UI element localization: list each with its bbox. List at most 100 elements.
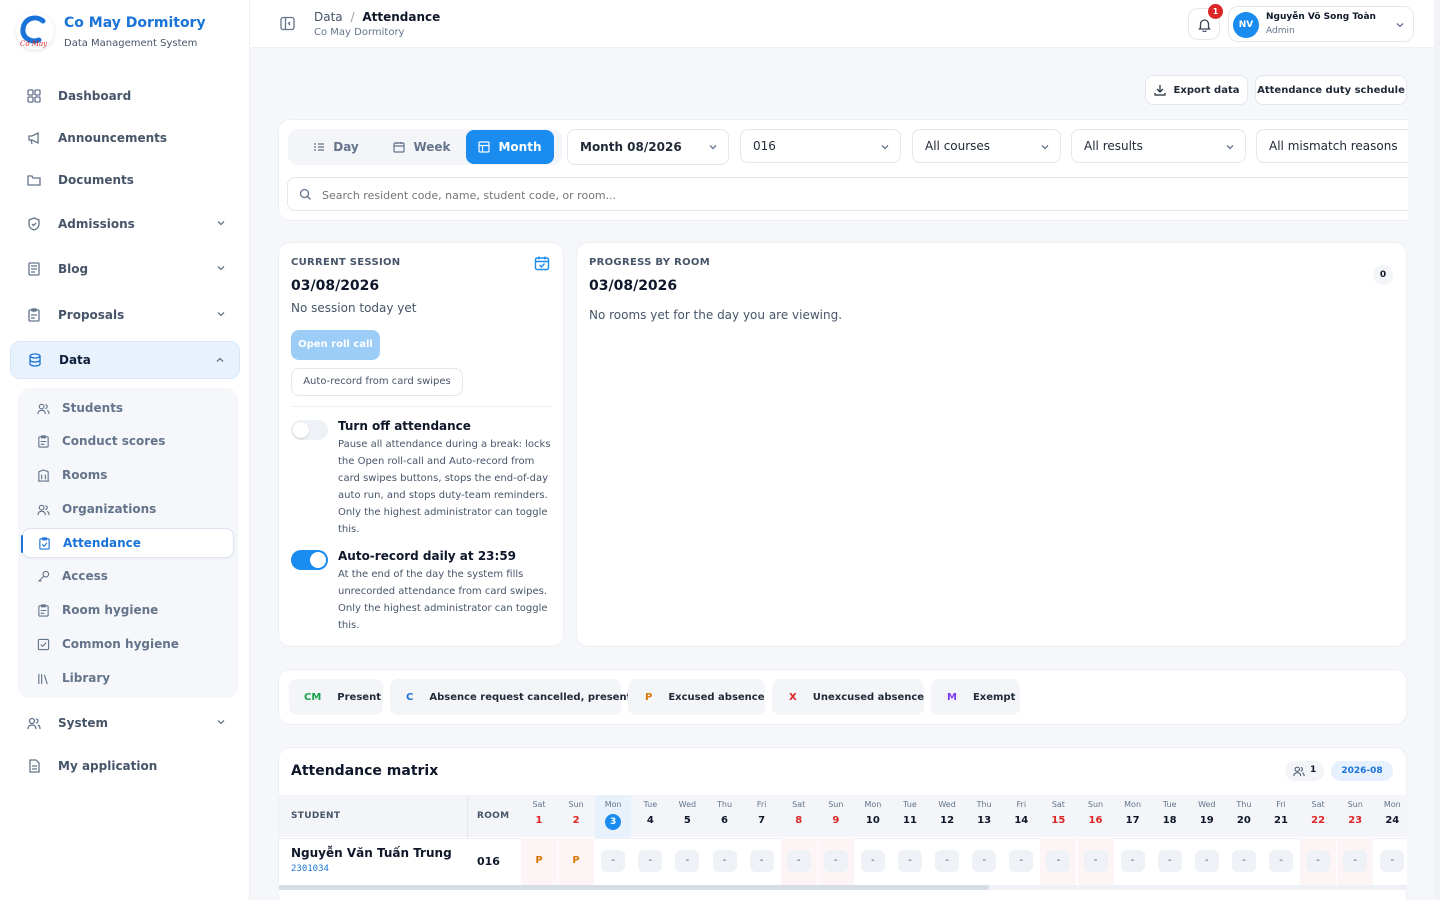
attendance-cell[interactable]: - (1194, 850, 1219, 872)
col-room: ROOM (477, 811, 510, 821)
attendance-cell[interactable]: - (1231, 850, 1256, 872)
sidebar-item-documents[interactable]: Documents (10, 161, 240, 199)
member-count-badge: 1 (1285, 761, 1324, 781)
day-weekday: Mon (1383, 800, 1401, 809)
sidebar-item-system[interactable]: System (10, 704, 240, 742)
attendance-cell[interactable]: - (972, 850, 997, 872)
search-field[interactable] (287, 177, 1408, 211)
attendance-cell[interactable]: - (1157, 850, 1182, 872)
attendance-cell[interactable]: - (823, 850, 848, 872)
sidebar-subitem-room-hygiene[interactable]: Room hygiene (22, 595, 234, 625)
day-number: 5 (683, 815, 691, 826)
tab-month[interactable]: Month (466, 130, 554, 164)
sidebar-subitem-conduct-scores[interactable]: Conduct scores (22, 426, 234, 456)
attendance-cell[interactable]: - (935, 850, 960, 872)
day-weekday: Tue (903, 800, 917, 809)
results-select[interactable]: All results (1071, 129, 1246, 163)
toggle2-desc-line: this. (338, 620, 360, 631)
day-number: 12 (940, 815, 955, 826)
sidebar-item-data[interactable]: Data (10, 341, 240, 379)
export-data-button[interactable]: Export data (1145, 75, 1248, 105)
mismatch-reasons-select[interactable]: All mismatch reasons (1256, 129, 1408, 163)
tab-week-label: Week (413, 140, 451, 154)
sidebar-subitem-access[interactable]: Access (22, 561, 234, 591)
page-scrollbar[interactable] (1434, 0, 1440, 900)
sidebar-item-announcements[interactable]: Announcements (10, 119, 240, 157)
attendance-cell[interactable]: - (1343, 850, 1368, 872)
sidebar-item-my-application[interactable]: My application (10, 747, 240, 785)
sidebar-subitem-rooms[interactable]: Rooms (22, 460, 234, 490)
attendance-cell[interactable]: - (601, 850, 626, 872)
sidebar-item-label: Blog (58, 262, 89, 276)
toggle1-title: Turn off attendance (338, 419, 471, 433)
period-badge: 2026-08 (1331, 761, 1393, 781)
attendance-cell[interactable]: P (564, 850, 588, 872)
attendance-cell[interactable]: - (749, 850, 774, 872)
attendance-duty-button[interactable]: Attendance duty schedule (1255, 75, 1407, 105)
room-select[interactable]: 016 (740, 129, 901, 163)
auto-record-daily-toggle[interactable] (291, 550, 328, 570)
sidebar-subitem-common-hygiene[interactable]: Common hygiene (22, 629, 234, 659)
day-weekday: Thu (1236, 800, 1252, 809)
attendance-cell[interactable]: - (712, 850, 737, 872)
day-weekday: Sat (792, 800, 806, 809)
search-input[interactable] (322, 185, 1222, 205)
attendance-cell[interactable]: - (1046, 850, 1071, 872)
day-number: 7 (758, 815, 766, 826)
sidebar-item-proposals[interactable]: Proposals (10, 296, 240, 334)
scrollbar-thumb[interactable] (279, 885, 989, 890)
tab-day[interactable]: Day (300, 130, 372, 164)
day-weekday: Sat (1311, 800, 1325, 809)
sidebar-toggle-icon[interactable] (280, 16, 295, 31)
matrix-scrollbar[interactable] (279, 885, 1407, 890)
sidebar-item-blog[interactable]: Blog (10, 250, 240, 288)
attendance-cell[interactable]: - (1306, 850, 1331, 872)
sidebar-subitem-students[interactable]: Students (22, 393, 234, 423)
day-number: 13 (977, 815, 992, 826)
day-weekday: Sat (1051, 800, 1065, 809)
sidebar-subitem-organizations[interactable]: Organizations (22, 494, 234, 524)
matrix-title: Attendance matrix (291, 763, 439, 779)
toggle-knob (293, 422, 309, 438)
chevron-down-icon (1040, 142, 1050, 152)
legend-code: P (645, 691, 653, 703)
file-icon (26, 758, 42, 774)
sidebar-subitem-attendance[interactable]: Attendance (21, 528, 234, 558)
export-data-label: Export data (1173, 84, 1240, 96)
breadcrumb-root[interactable]: Data (314, 10, 343, 24)
toggle2-desc-line: unrecorded attendance from card swipes. (338, 586, 547, 597)
sidebar-item-dashboard[interactable]: Dashboard (10, 77, 240, 115)
toggle2-desc-line: Only the highest administrator can toggl… (338, 603, 548, 614)
month-select[interactable]: Month 08/2026 (567, 129, 729, 165)
sidebar-item-admissions[interactable]: Admissions (10, 205, 240, 243)
day-number: 10 (865, 815, 880, 826)
progress-label: PROGRESS BY ROOM (589, 257, 710, 268)
open-roll-call-button[interactable]: Open roll call (291, 330, 380, 360)
attendance-cell[interactable]: - (675, 850, 700, 872)
sidebar-subitem-library[interactable]: Library (22, 663, 234, 693)
user-menu[interactable]: NV Nguyễn Võ Song Toàn Admin (1228, 6, 1414, 42)
attendance-cell[interactable]: - (898, 850, 922, 872)
attendance-cell[interactable]: - (638, 850, 663, 872)
attendance-cell[interactable]: - (1009, 850, 1034, 872)
tab-week[interactable]: Week (384, 130, 460, 164)
breadcrumb: Data / Attendance (314, 10, 440, 24)
day-number: 2 (572, 815, 580, 826)
courses-select[interactable]: All courses (912, 129, 1061, 163)
turn-off-attendance-toggle[interactable] (291, 420, 328, 440)
legend-present: CM Present (289, 679, 383, 715)
attendance-cell[interactable]: - (860, 850, 885, 872)
tab-day-label: Day (333, 140, 359, 154)
sidebar: Cô May Co May Dormitory Data Management … (0, 0, 250, 900)
attendance-cell[interactable]: - (1380, 850, 1405, 872)
attendance-cell[interactable]: - (1120, 850, 1145, 872)
auto-record-button[interactable]: Auto-record from card swipes (291, 368, 463, 396)
legend-label: Unexcused absence (812, 691, 925, 703)
attendance-cell[interactable]: - (1269, 850, 1293, 872)
legend-label: Absence request cancelled, present (429, 691, 632, 703)
attendance-cell[interactable]: - (1083, 850, 1108, 872)
attendance-cell[interactable]: - (786, 850, 811, 872)
attendance-cell[interactable]: P (527, 850, 551, 872)
toggle1-desc-line: auto run, and stops duty-team reminders. (338, 490, 548, 501)
legend-label: Exempt (972, 691, 1016, 703)
